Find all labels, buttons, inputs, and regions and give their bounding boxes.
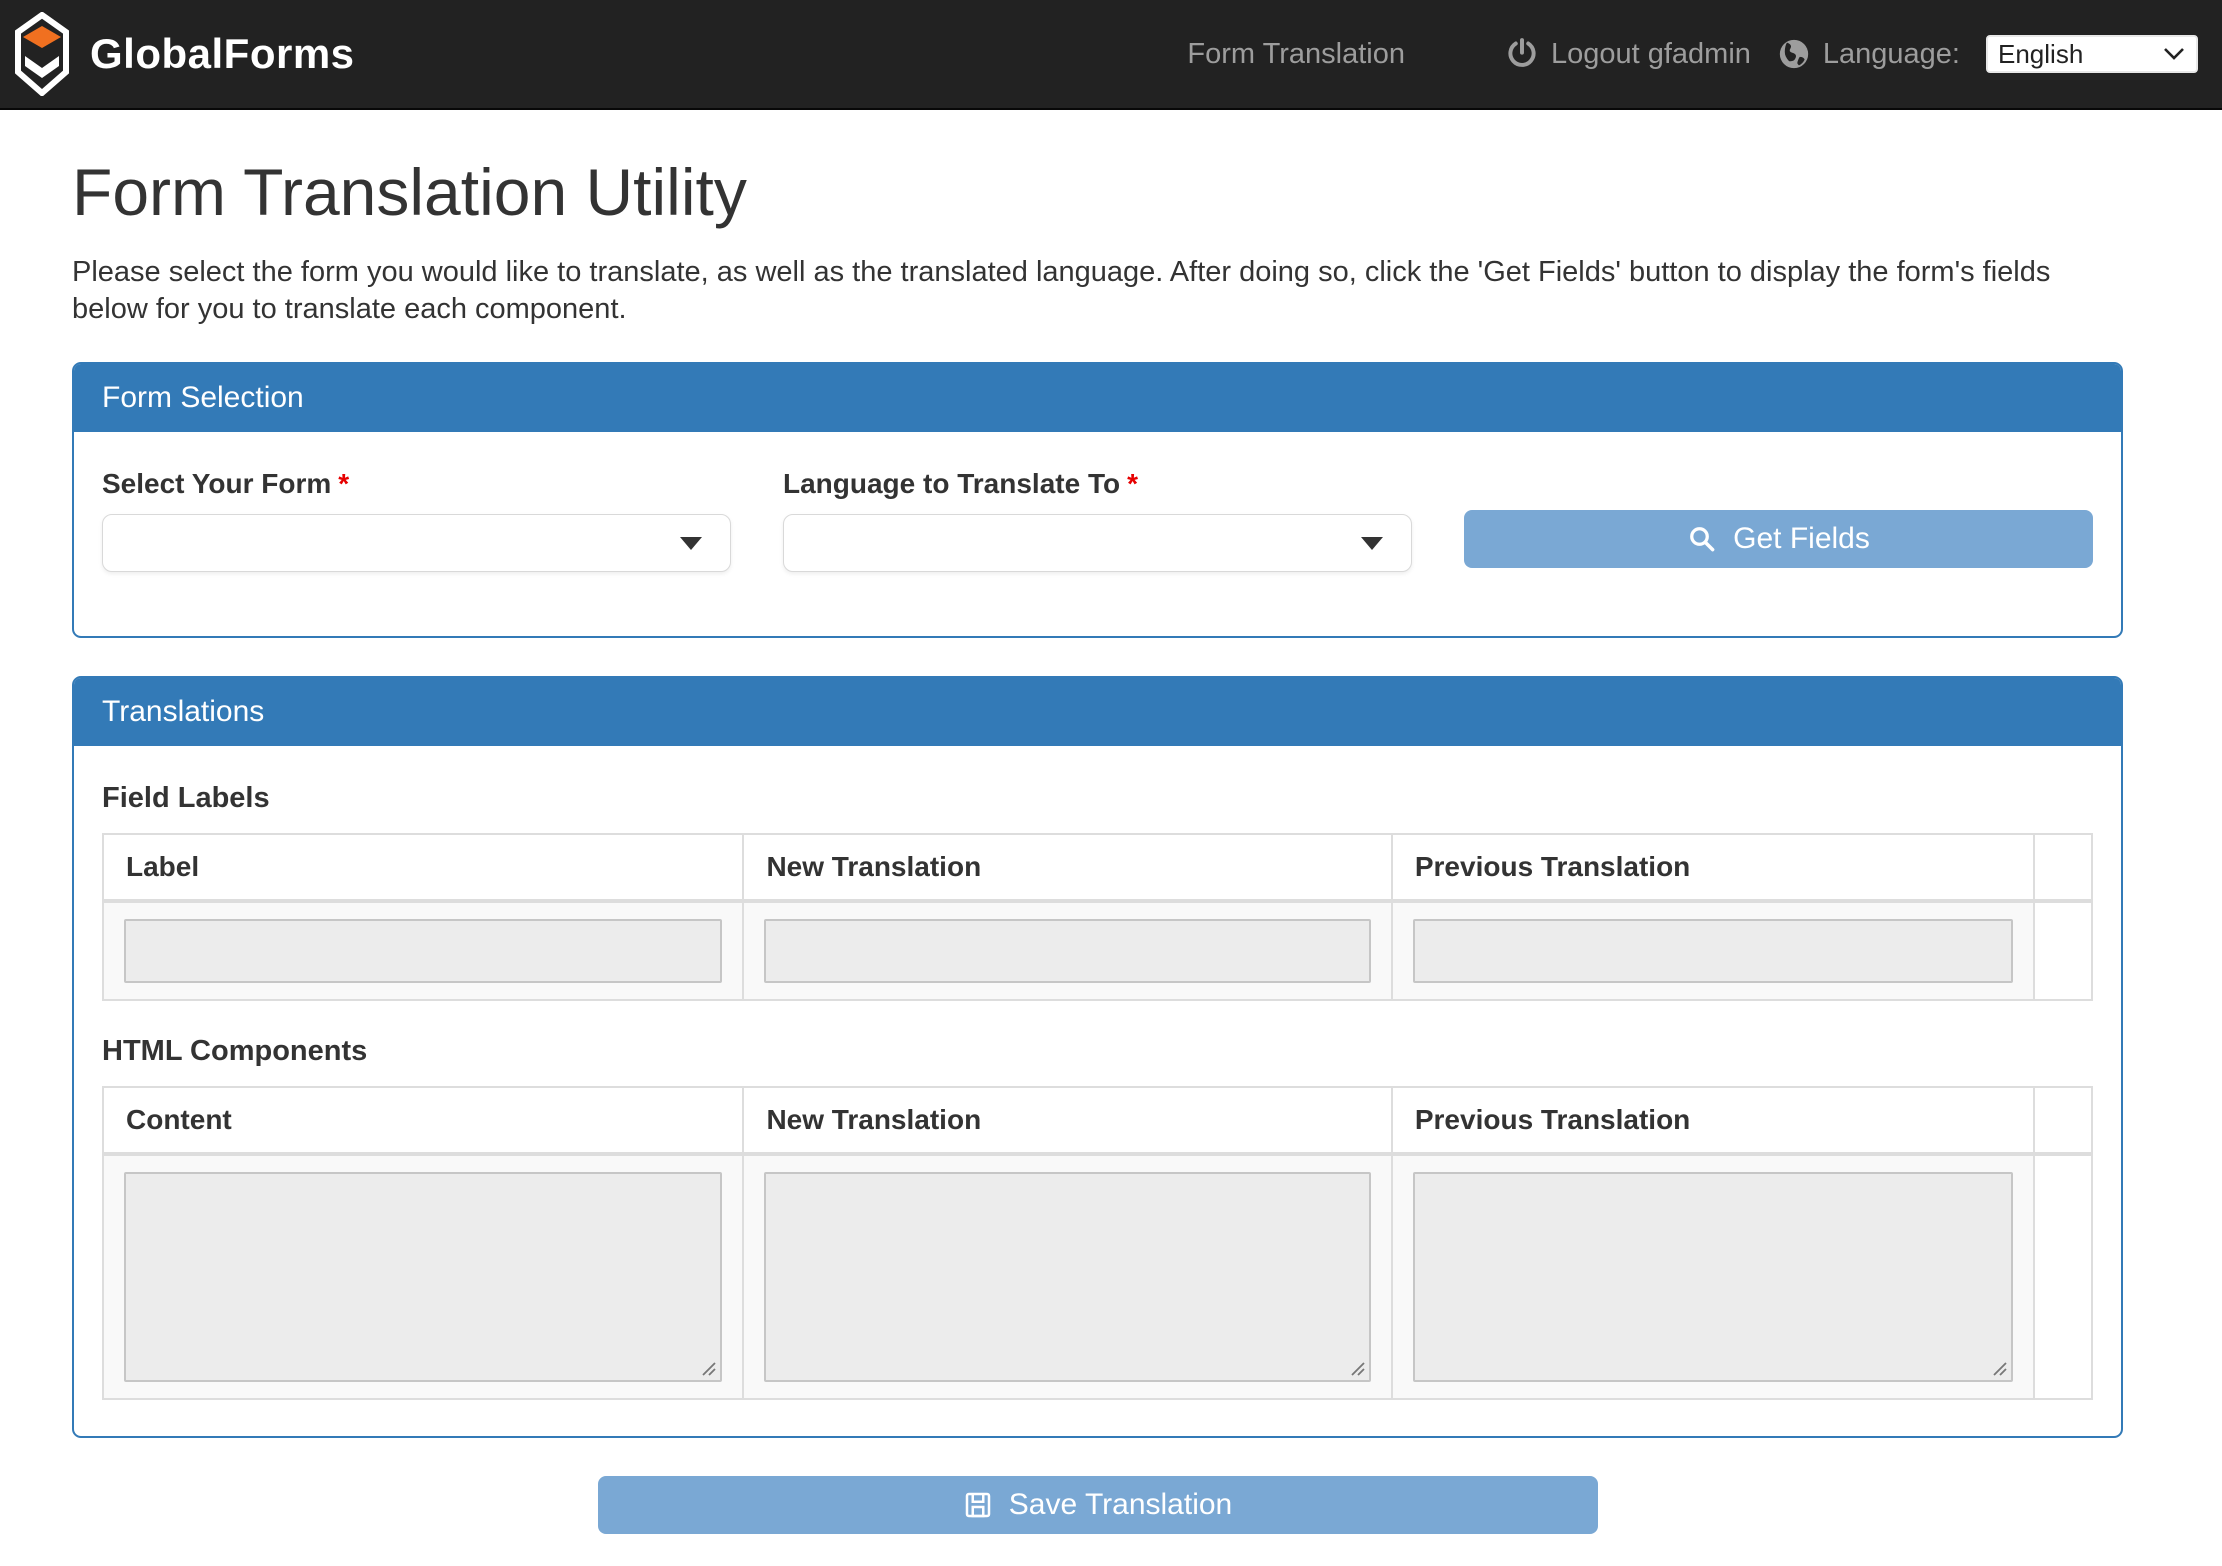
power-icon: [1505, 37, 1539, 71]
navbar-right: Logout gfadmin Language: English: [1505, 35, 2198, 73]
get-fields-col: Get Fields: [1464, 468, 2093, 572]
save-row: Save Translation: [72, 1476, 2123, 1534]
label-input[interactable]: [124, 919, 722, 983]
label-cell: [103, 901, 743, 1000]
previous-translation-textarea[interactable]: [1413, 1172, 2013, 1382]
field-labels-row: [103, 901, 2092, 1000]
language-select[interactable]: English: [1986, 35, 2198, 73]
caret-down-icon: [680, 537, 702, 550]
get-fields-button-label: Get Fields: [1733, 522, 1870, 556]
globalforms-logo-icon: [14, 12, 70, 96]
required-asterisk: *: [1127, 468, 1138, 499]
language-label: Language:: [1823, 38, 1960, 71]
required-asterisk: *: [338, 468, 349, 499]
globe-icon: [1777, 37, 1811, 71]
get-fields-button[interactable]: Get Fields: [1464, 510, 2093, 568]
search-icon: [1687, 524, 1717, 554]
new-translation-cell: [743, 901, 1391, 1000]
previous-translation-cell: [1392, 901, 2034, 1000]
resize-grip-icon[interactable]: [701, 1361, 717, 1377]
html-components-heading: HTML Components: [102, 1035, 2093, 1068]
column-header-previous-translation: Previous Translation: [1392, 1087, 2034, 1154]
translations-panel: Translations Field Labels Label New Tran…: [72, 676, 2123, 1438]
column-header-new-translation: New Translation: [743, 834, 1391, 901]
language-to-translate-field: Language to Translate To*: [783, 468, 1412, 572]
form-select-dropdown[interactable]: [102, 514, 731, 572]
empty-cell: [2034, 1154, 2092, 1399]
html-components-header-row: Content New Translation Previous Transla…: [103, 1087, 2092, 1154]
column-header-empty: [2034, 1087, 2092, 1154]
html-components-table: Content New Translation Previous Transla…: [102, 1086, 2093, 1400]
new-translation-cell: [743, 1154, 1391, 1399]
column-header-new-translation: New Translation: [743, 1087, 1391, 1154]
column-header-content: Content: [103, 1087, 743, 1154]
brand-title: GlobalForms: [90, 30, 355, 78]
logout-link[interactable]: Logout gfadmin: [1505, 37, 1751, 71]
language-to-translate-label: Language to Translate To*: [783, 468, 1412, 500]
previous-translation-cell: [1392, 1154, 2034, 1399]
empty-cell: [2034, 901, 2092, 1000]
new-translation-textarea[interactable]: [764, 1172, 1370, 1382]
field-labels-header-row: Label New Translation Previous Translati…: [103, 834, 2092, 901]
new-translation-input[interactable]: [764, 919, 1370, 983]
navbar: GlobalForms Form Translation Logout gfad…: [0, 0, 2222, 110]
language-select-wrap: English: [1986, 35, 2198, 73]
resize-grip-icon[interactable]: [1992, 1361, 2008, 1377]
language-group: Language:: [1777, 37, 1960, 71]
field-labels-heading: Field Labels: [102, 782, 2093, 815]
save-icon: [963, 1490, 993, 1520]
page-title: Form Translation Utility: [72, 154, 2123, 230]
language-to-translate-label-text: Language to Translate To: [783, 468, 1120, 499]
form-selection-panel-body: Select Your Form* Language to Translate …: [74, 432, 2121, 636]
content-cell: [103, 1154, 743, 1399]
select-form-label-text: Select Your Form: [102, 468, 331, 499]
column-header-empty: [2034, 834, 2092, 901]
logout-label: Logout gfadmin: [1551, 38, 1751, 71]
intro-text: Please select the form you would like to…: [72, 254, 2123, 328]
form-selection-panel-heading: Form Selection: [74, 364, 2121, 432]
translations-panel-heading: Translations: [74, 678, 2121, 746]
main-content: Form Translation Utility Please select t…: [72, 154, 2123, 1534]
save-translation-button[interactable]: Save Translation: [598, 1476, 1598, 1534]
field-labels-table: Label New Translation Previous Translati…: [102, 833, 2093, 1001]
translations-panel-body: Field Labels Label New Translation Previ…: [74, 746, 2121, 1436]
brand-link[interactable]: GlobalForms: [14, 12, 355, 96]
caret-down-icon: [1361, 537, 1383, 550]
content-textarea[interactable]: [124, 1172, 722, 1382]
previous-translation-input[interactable]: [1413, 919, 2013, 983]
select-form-label: Select Your Form*: [102, 468, 731, 500]
form-selection-panel: Form Selection Select Your Form* Languag…: [72, 362, 2123, 638]
language-select-dropdown[interactable]: [783, 514, 1412, 572]
select-form-field: Select Your Form*: [102, 468, 731, 572]
column-header-label: Label: [103, 834, 743, 901]
column-header-previous-translation: Previous Translation: [1392, 834, 2034, 901]
resize-grip-icon[interactable]: [1350, 1361, 1366, 1377]
html-components-row: [103, 1154, 2092, 1399]
nav-item-form-translation[interactable]: Form Translation: [1187, 38, 1405, 71]
save-translation-button-label: Save Translation: [1009, 1488, 1232, 1522]
